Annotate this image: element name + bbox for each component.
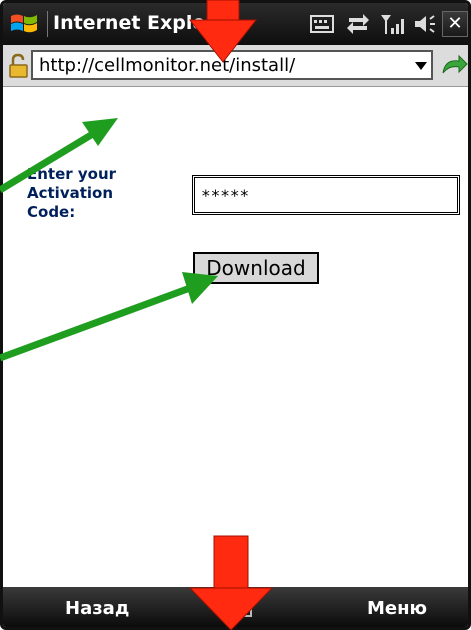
signal-icon[interactable]	[379, 12, 405, 36]
title-separator	[47, 11, 48, 37]
activation-code-label: Enter your Activation Code:	[27, 165, 177, 222]
lock-icon	[9, 53, 28, 78]
keyboard-toggle-icon[interactable]	[223, 599, 253, 619]
label-line-3: Code:	[27, 203, 76, 221]
phone-screen: Internet Explorer ✕ http://cellmonitor.n…	[0, 0, 471, 630]
keyboard-icon[interactable]	[309, 12, 335, 36]
download-button[interactable]: Download	[193, 252, 319, 284]
softkey-bar: Назад Меню	[3, 587, 468, 627]
close-button[interactable]: ✕	[442, 11, 468, 37]
dropdown-icon[interactable]	[415, 62, 427, 70]
volume-icon[interactable]	[413, 12, 437, 36]
url-field[interactable]	[31, 50, 433, 80]
sync-icon[interactable]	[345, 12, 371, 36]
page-content: Enter your Activation Code: ***** Downlo…	[3, 87, 468, 587]
label-line-1: Enter your	[27, 165, 117, 183]
windows-logo-icon[interactable]	[9, 10, 39, 38]
menu-softkey[interactable]: Меню	[367, 598, 427, 619]
title-bar: Internet Explorer ✕	[3, 3, 468, 45]
app-title: Internet Explorer	[53, 12, 238, 34]
activation-code-input[interactable]: *****	[192, 175, 460, 215]
go-icon[interactable]	[439, 53, 469, 79]
url-input[interactable]	[39, 55, 399, 76]
back-softkey[interactable]: Назад	[65, 598, 129, 619]
address-bar	[3, 45, 468, 87]
label-line-2: Activation	[27, 184, 114, 202]
